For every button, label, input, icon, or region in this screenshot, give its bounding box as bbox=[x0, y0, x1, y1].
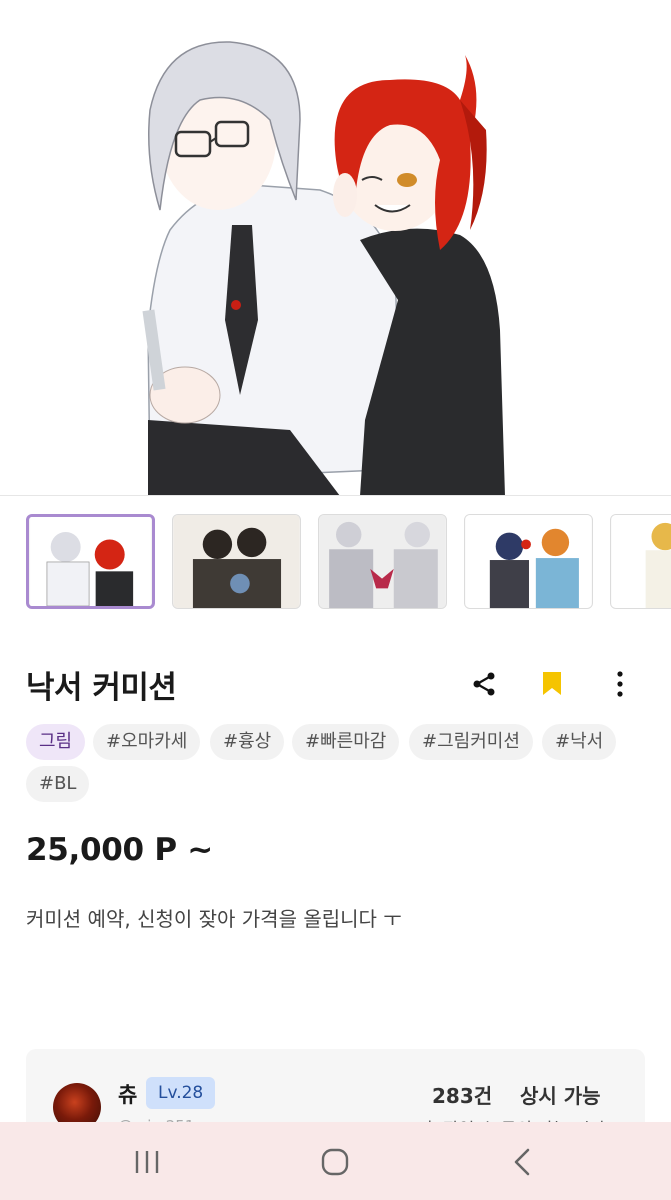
back-icon bbox=[514, 1148, 530, 1176]
bookmark-button[interactable] bbox=[532, 664, 572, 704]
completed-count: 283건 bbox=[432, 1084, 493, 1108]
hashtag[interactable]: #빠른마감 bbox=[292, 724, 400, 760]
more-vertical-icon bbox=[617, 671, 623, 697]
hashtag[interactable]: #BL bbox=[26, 766, 90, 802]
thumbnail-image bbox=[30, 517, 151, 606]
hashtag[interactable]: #그림커미션 bbox=[409, 724, 533, 760]
more-options-button[interactable] bbox=[600, 664, 640, 704]
thumbnail-image bbox=[319, 515, 446, 608]
thumbnail-1[interactable] bbox=[26, 514, 155, 609]
level-badge: Lv.28 bbox=[146, 1077, 216, 1109]
hashtag[interactable]: #낙서 bbox=[542, 724, 617, 760]
seller-name: 츄 bbox=[118, 1083, 138, 1107]
hashtag[interactable]: #오마카세 bbox=[93, 724, 201, 760]
thumbnail-image bbox=[173, 515, 300, 608]
system-navigation-bar bbox=[0, 1122, 671, 1200]
product-main-image[interactable] bbox=[0, 0, 671, 496]
artwork-illustration bbox=[142, 30, 508, 495]
back-button[interactable] bbox=[500, 1140, 544, 1184]
share-icon bbox=[473, 672, 495, 696]
hashtag[interactable]: #흉상 bbox=[210, 724, 285, 760]
thumbnail-5[interactable] bbox=[610, 514, 671, 609]
share-button[interactable] bbox=[464, 664, 504, 704]
category-tag[interactable]: 그림 bbox=[26, 724, 86, 760]
recents-icon bbox=[135, 1151, 159, 1173]
thumbnail-4[interactable] bbox=[464, 514, 593, 609]
thumbnail-2[interactable] bbox=[172, 514, 301, 609]
recents-button[interactable] bbox=[125, 1140, 169, 1184]
thumbnail-image bbox=[465, 515, 592, 608]
bookmark-icon bbox=[543, 672, 561, 695]
home-icon bbox=[321, 1148, 349, 1176]
availability-status: 상시 가능 bbox=[520, 1084, 601, 1108]
product-title: 낙서 커미션 bbox=[26, 670, 177, 706]
image-thumbnail-strip bbox=[26, 514, 671, 610]
thumbnail-3[interactable] bbox=[318, 514, 447, 609]
product-price: 25,000 P ~ bbox=[26, 832, 213, 868]
thumbnail-image bbox=[611, 515, 671, 608]
home-button[interactable] bbox=[313, 1140, 357, 1184]
product-description: 커미션 예약, 신청이 잦아 가격을 올립니다 ㅜ bbox=[26, 907, 402, 931]
